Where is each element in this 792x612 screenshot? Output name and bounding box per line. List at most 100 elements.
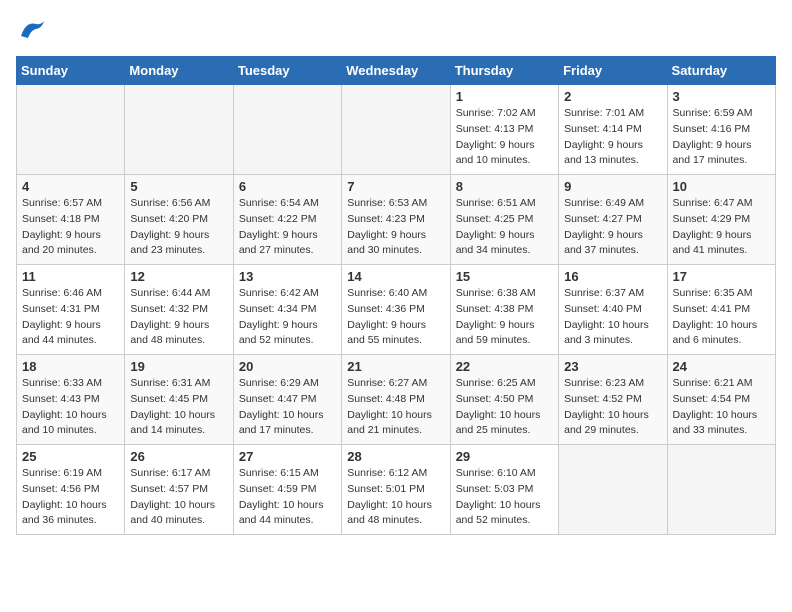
day-number: 1 — [456, 89, 553, 104]
day-number: 17 — [673, 269, 770, 284]
day-number: 24 — [673, 359, 770, 374]
calendar-cell: 12Sunrise: 6:44 AM Sunset: 4:32 PM Dayli… — [125, 265, 233, 355]
calendar-cell: 2 Sunrise: 7:01 AM Sunset: 4:14 PM Daylig… — [559, 85, 667, 175]
day-info: Sunrise: 6:40 AM Sunset: 4:36 PM Dayligh… — [347, 286, 444, 349]
calendar-cell: 17 Sunrise: 6:35 AM Sunset: 4:41 PM Dayli… — [667, 265, 775, 355]
logo-bird-icon — [16, 16, 46, 46]
calendar-cell: 4 Sunrise: 6:57 AM Sunset: 4:18 PM Daylig… — [17, 175, 125, 265]
day-info: Sunrise: 6:53 AM Sunset: 4:23 PM Dayligh… — [347, 196, 444, 259]
day-info: Sunrise: 6:31 AM Sunset: 4:45 PM Dayligh… — [130, 376, 227, 439]
day-info: Sunrise: 6:15 AM Sunset: 4:59 PM Dayligh… — [239, 466, 336, 529]
day-number: 19 — [130, 359, 227, 374]
day-info: Sunrise: 6:29 AM Sunset: 4:47 PM Dayligh… — [239, 376, 336, 439]
calendar-cell: 14 Sunrise: 6:40 AM Sunset: 4:36 PM Dayli… — [342, 265, 450, 355]
day-info: Sunrise: 6:54 AM Sunset: 4:22 PM Dayligh… — [239, 196, 336, 259]
day-info: Sunrise: 6:37 AM Sunset: 4:40 PM Dayligh… — [564, 286, 661, 349]
calendar-cell: 11 Sunrise: 6:46 AM Sunset: 4:31 PM Dayli… — [17, 265, 125, 355]
day-info: Sunrise: 6:42 AM Sunset: 4:34 PM Dayligh… — [239, 286, 336, 349]
day-info: Sunrise: 6:10 AM Sunset: 5:03 PM Dayligh… — [456, 466, 553, 529]
calendar-cell: 7 Sunrise: 6:53 AM Sunset: 4:23 PM Daylig… — [342, 175, 450, 265]
day-number: 22 — [456, 359, 553, 374]
day-info: Sunrise: 6:44 AM Sunset: 4:32 PM Dayligh… — [130, 286, 227, 349]
day-number: 28 — [347, 449, 444, 464]
weekday-header-saturday: Saturday — [667, 57, 775, 85]
day-info: Sunrise: 6:17 AM Sunset: 4:57 PM Dayligh… — [130, 466, 227, 529]
page-header — [16, 16, 776, 46]
day-number: 23 — [564, 359, 661, 374]
day-info: Sunrise: 6:47 AM Sunset: 4:29 PM Dayligh… — [673, 196, 770, 259]
calendar-week-row: 18 Sunrise: 6:33 AM Sunset: 4:43 PM Dayli… — [17, 355, 776, 445]
day-info: Sunrise: 6:38 AM Sunset: 4:38 PM Dayligh… — [456, 286, 553, 349]
day-info: Sunrise: 6:57 AM Sunset: 4:18 PM Dayligh… — [22, 196, 119, 259]
calendar-header-row: SundayMondayTuesdayWednesdayThursdayFrid… — [17, 57, 776, 85]
calendar-cell — [125, 85, 233, 175]
calendar-week-row: 1Sunrise: 7:02 AM Sunset: 4:13 PM Daylig… — [17, 85, 776, 175]
calendar-cell: 28 Sunrise: 6:12 AM Sunset: 5:01 PM Dayli… — [342, 445, 450, 535]
day-number: 11 — [22, 269, 119, 284]
day-info: Sunrise: 6:19 AM Sunset: 4:56 PM Dayligh… — [22, 466, 119, 529]
day-info: Sunrise: 6:21 AM Sunset: 4:54 PM Dayligh… — [673, 376, 770, 439]
day-info: Sunrise: 6:46 AM Sunset: 4:31 PM Dayligh… — [22, 286, 119, 349]
calendar-cell — [17, 85, 125, 175]
calendar-cell: 22 Sunrise: 6:25 AM Sunset: 4:50 PM Dayli… — [450, 355, 558, 445]
day-number: 26 — [130, 449, 227, 464]
day-number: 3 — [673, 89, 770, 104]
day-info: Sunrise: 6:23 AM Sunset: 4:52 PM Dayligh… — [564, 376, 661, 439]
day-info: Sunrise: 6:35 AM Sunset: 4:41 PM Dayligh… — [673, 286, 770, 349]
weekday-header-wednesday: Wednesday — [342, 57, 450, 85]
calendar-cell — [233, 85, 341, 175]
calendar-cell: 27 Sunrise: 6:15 AM Sunset: 4:59 PM Dayli… — [233, 445, 341, 535]
calendar-cell: 21Sunrise: 6:27 AM Sunset: 4:48 PM Dayli… — [342, 355, 450, 445]
day-number: 9 — [564, 179, 661, 194]
day-info: Sunrise: 6:56 AM Sunset: 4:20 PM Dayligh… — [130, 196, 227, 259]
day-number: 13 — [239, 269, 336, 284]
day-info: Sunrise: 6:59 AM Sunset: 4:16 PM Dayligh… — [673, 106, 770, 169]
calendar-week-row: 4 Sunrise: 6:57 AM Sunset: 4:18 PM Daylig… — [17, 175, 776, 265]
weekday-header-tuesday: Tuesday — [233, 57, 341, 85]
day-info: Sunrise: 6:51 AM Sunset: 4:25 PM Dayligh… — [456, 196, 553, 259]
day-number: 6 — [239, 179, 336, 194]
day-info: Sunrise: 6:25 AM Sunset: 4:50 PM Dayligh… — [456, 376, 553, 439]
calendar-cell: 9Sunrise: 6:49 AM Sunset: 4:27 PM Daylig… — [559, 175, 667, 265]
day-number: 15 — [456, 269, 553, 284]
calendar-cell: 6 Sunrise: 6:54 AM Sunset: 4:22 PM Daylig… — [233, 175, 341, 265]
calendar-cell: 1Sunrise: 7:02 AM Sunset: 4:13 PM Daylig… — [450, 85, 558, 175]
calendar-cell: 3 Sunrise: 6:59 AM Sunset: 4:16 PM Daylig… — [667, 85, 775, 175]
day-number: 5 — [130, 179, 227, 194]
calendar-week-row: 11 Sunrise: 6:46 AM Sunset: 4:31 PM Dayli… — [17, 265, 776, 355]
day-info: Sunrise: 6:12 AM Sunset: 5:01 PM Dayligh… — [347, 466, 444, 529]
calendar-cell: 10Sunrise: 6:47 AM Sunset: 4:29 PM Dayli… — [667, 175, 775, 265]
calendar-table: SundayMondayTuesdayWednesdayThursdayFrid… — [16, 56, 776, 535]
calendar-cell: 15 Sunrise: 6:38 AM Sunset: 4:38 PM Dayli… — [450, 265, 558, 355]
calendar-week-row: 25 Sunrise: 6:19 AM Sunset: 4:56 PM Dayli… — [17, 445, 776, 535]
weekday-header-friday: Friday — [559, 57, 667, 85]
calendar-cell: 8Sunrise: 6:51 AM Sunset: 4:25 PM Daylig… — [450, 175, 558, 265]
calendar-cell: 23 Sunrise: 6:23 AM Sunset: 4:52 PM Dayli… — [559, 355, 667, 445]
weekday-header-sunday: Sunday — [17, 57, 125, 85]
weekday-header-thursday: Thursday — [450, 57, 558, 85]
calendar-cell: 5 Sunrise: 6:56 AM Sunset: 4:20 PM Daylig… — [125, 175, 233, 265]
day-number: 29 — [456, 449, 553, 464]
calendar-cell: 26 Sunrise: 6:17 AM Sunset: 4:57 PM Dayli… — [125, 445, 233, 535]
day-info: Sunrise: 6:33 AM Sunset: 4:43 PM Dayligh… — [22, 376, 119, 439]
calendar-cell: 16 Sunrise: 6:37 AM Sunset: 4:40 PM Dayli… — [559, 265, 667, 355]
day-number: 2 — [564, 89, 661, 104]
calendar-cell — [667, 445, 775, 535]
calendar-cell: 18 Sunrise: 6:33 AM Sunset: 4:43 PM Dayli… — [17, 355, 125, 445]
day-number: 21 — [347, 359, 444, 374]
day-number: 25 — [22, 449, 119, 464]
calendar-cell: 13 Sunrise: 6:42 AM Sunset: 4:34 PM Dayli… — [233, 265, 341, 355]
day-number: 14 — [347, 269, 444, 284]
logo — [16, 16, 50, 46]
day-number: 4 — [22, 179, 119, 194]
day-number: 27 — [239, 449, 336, 464]
day-number: 16 — [564, 269, 661, 284]
day-info: Sunrise: 7:01 AM Sunset: 4:14 PM Dayligh… — [564, 106, 661, 169]
day-number: 18 — [22, 359, 119, 374]
day-number: 7 — [347, 179, 444, 194]
calendar-cell: 29 Sunrise: 6:10 AM Sunset: 5:03 PM Dayli… — [450, 445, 558, 535]
weekday-header-monday: Monday — [125, 57, 233, 85]
day-number: 20 — [239, 359, 336, 374]
calendar-cell: 24 Sunrise: 6:21 AM Sunset: 4:54 PM Dayli… — [667, 355, 775, 445]
calendar-cell — [342, 85, 450, 175]
